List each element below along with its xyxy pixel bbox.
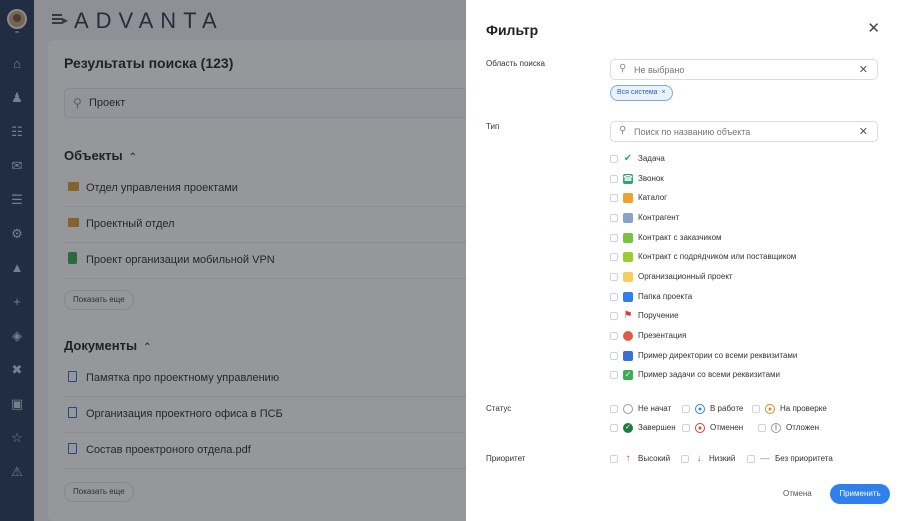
checkbox[interactable] — [610, 455, 618, 463]
phone-icon: ☎ — [623, 174, 633, 184]
circle-dot-orange-icon: ● — [765, 404, 775, 414]
status-label: Статус — [486, 404, 512, 413]
dash-icon: — — [760, 453, 770, 463]
type-option-label: Пример задачи со всеми реквизитами — [638, 370, 781, 379]
circle-dot-blue-icon: ● — [695, 404, 705, 414]
type-option-label: Пример директории со всеми реквизитами — [638, 351, 798, 360]
checkbox[interactable] — [610, 312, 618, 320]
checkbox[interactable] — [610, 234, 618, 242]
clear-icon[interactable]: ✕ — [859, 125, 868, 138]
arrow-down-icon: ↓ — [696, 453, 702, 464]
checkbox[interactable] — [747, 455, 755, 463]
scope-chip-label: Вся система — [617, 89, 658, 96]
filter-panel: Фильтр ✕ Область поиска ⚲ Не выбрано ✕ В… — [466, 0, 900, 521]
checkbox[interactable] — [610, 352, 618, 360]
presentation-icon — [623, 331, 633, 341]
checkbox[interactable] — [752, 405, 760, 413]
type-option-label: Контракт с заказчиком — [638, 233, 722, 242]
type-option-label: Поручение — [638, 311, 679, 320]
checkbox[interactable] — [610, 175, 618, 183]
search-icon: ⚲ — [619, 125, 627, 136]
folder-icon — [623, 272, 633, 282]
scope-placeholder: Не выбрано — [634, 65, 685, 75]
checkbox[interactable] — [610, 214, 618, 222]
type-option-label: Каталог — [638, 193, 668, 202]
type-search-placeholder: Поиск по названию объекта — [634, 127, 751, 137]
scope-input[interactable]: ⚲ Не выбрано ✕ — [610, 59, 878, 80]
status-option-label: Не начат — [638, 404, 672, 413]
checkbox[interactable] — [610, 405, 618, 413]
checkbox[interactable] — [610, 371, 618, 379]
contract-icon — [623, 252, 633, 262]
flag-icon: ⚑ — [623, 310, 633, 321]
type-option-label: Задача — [638, 154, 665, 163]
checkbox[interactable] — [682, 405, 690, 413]
checkbox[interactable] — [610, 194, 618, 202]
checkbox[interactable] — [610, 293, 618, 301]
type-option-label: Презентация — [638, 331, 687, 340]
type-option-label: Звонок — [638, 174, 664, 183]
pause-circle-icon: ‖ — [771, 423, 781, 433]
circle-dot-red-icon: ● — [695, 423, 705, 433]
priority-label: Приоритет — [486, 454, 526, 463]
directory-icon — [623, 351, 633, 361]
type-search-input[interactable]: ⚲ Поиск по названию объекта ✕ — [610, 121, 878, 142]
scope-chip[interactable]: Вся система × — [610, 85, 673, 101]
status-option-label: В работе — [710, 404, 744, 413]
scope-label: Область поиска — [486, 59, 545, 68]
checkbox[interactable] — [682, 424, 690, 432]
status-option-label: Завершен — [638, 423, 676, 432]
search-icon: ⚲ — [619, 63, 627, 74]
checkbox[interactable] — [610, 273, 618, 281]
apply-button[interactable]: Применить — [830, 484, 890, 504]
type-option-label: Контракт с подрядчиком или поставщиком — [638, 252, 797, 261]
checkbox[interactable] — [610, 332, 618, 340]
arrow-up-icon: ↑ — [625, 453, 631, 464]
clear-icon[interactable]: ✕ — [859, 63, 868, 76]
type-option-label: Контрагент — [638, 213, 680, 222]
modal-backdrop[interactable] — [0, 0, 466, 521]
checkbox[interactable] — [610, 424, 618, 432]
priority-option-label: Высокий — [638, 454, 671, 463]
priority-option-label: Без приоритета — [775, 454, 833, 463]
status-option-label: На проверке — [780, 404, 827, 413]
checkbox[interactable] — [681, 455, 689, 463]
chip-remove-icon[interactable]: × — [662, 89, 666, 96]
type-option-label: Папка проекта — [638, 292, 693, 301]
checkbox[interactable] — [758, 424, 766, 432]
checkbox[interactable] — [610, 155, 618, 163]
catalog-icon — [623, 193, 633, 203]
type-label: Тип — [486, 122, 500, 131]
circle-empty-icon — [623, 404, 633, 414]
close-icon[interactable]: ✕ — [867, 21, 880, 37]
status-option-label: Отложен — [786, 423, 820, 432]
contract-icon — [623, 233, 633, 243]
folder-icon — [623, 292, 633, 302]
task-icon: ✓ — [623, 370, 633, 380]
priority-option-label: Низкий — [709, 454, 736, 463]
status-option-label: Отменен — [710, 423, 744, 432]
checkbox[interactable] — [610, 253, 618, 261]
check-circle-icon: ✓ — [623, 423, 633, 433]
contractor-icon — [623, 213, 633, 223]
cancel-button[interactable]: Отмена — [783, 485, 812, 503]
type-option-label: Организационный проект — [638, 272, 733, 281]
filter-title: Фильтр — [486, 22, 539, 38]
check-icon: ✔ — [623, 153, 633, 164]
